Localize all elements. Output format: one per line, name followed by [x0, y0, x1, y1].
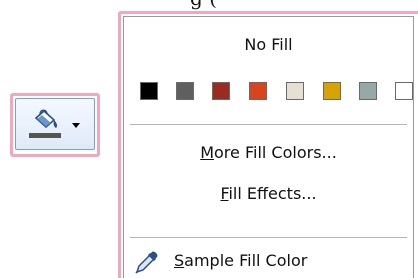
color-swatch-light-beige[interactable]	[286, 82, 304, 100]
color-swatch-gray-blue[interactable]	[359, 82, 377, 100]
menu-separator	[130, 237, 407, 239]
more-fill-colors-menu-item[interactable]: More Fill Colors...	[124, 143, 413, 162]
color-swatch-black[interactable]	[140, 82, 158, 100]
color-swatch-white[interactable]	[395, 82, 413, 100]
color-swatch-dark-gray[interactable]	[176, 82, 194, 100]
color-swatch-orange-red[interactable]	[249, 82, 267, 100]
no-fill-menu-item[interactable]: No Fill	[124, 35, 413, 54]
menu-item-label-rest: ample Fill Color	[184, 251, 308, 270]
current-fill-color-bar	[29, 133, 61, 138]
mnemonic-letter: S	[174, 251, 185, 270]
background-text-fragment: g (	[190, 0, 223, 10]
menu-item-label: ill Effects...	[228, 184, 317, 203]
mnemonic-letter: M	[200, 143, 215, 162]
fill-effects-menu-item[interactable]: Fill Effects...	[124, 184, 413, 203]
dropdown-arrow-icon[interactable]	[71, 121, 81, 129]
eyedropper-icon	[135, 251, 158, 274]
paint-bucket-icon	[34, 109, 58, 129]
menu-item-label: Sample Fill Color	[174, 251, 307, 270]
fill-color-dropdown-menu: No Fill More Fill Colors... Fill Effects…	[123, 16, 414, 278]
color-swatch-gold[interactable]	[323, 82, 341, 100]
menu-item-label: ore Fill Colors...	[214, 143, 337, 162]
menu-separator	[130, 124, 407, 126]
color-swatch-dark-red[interactable]	[212, 82, 230, 100]
fill-color-button[interactable]	[15, 98, 95, 150]
